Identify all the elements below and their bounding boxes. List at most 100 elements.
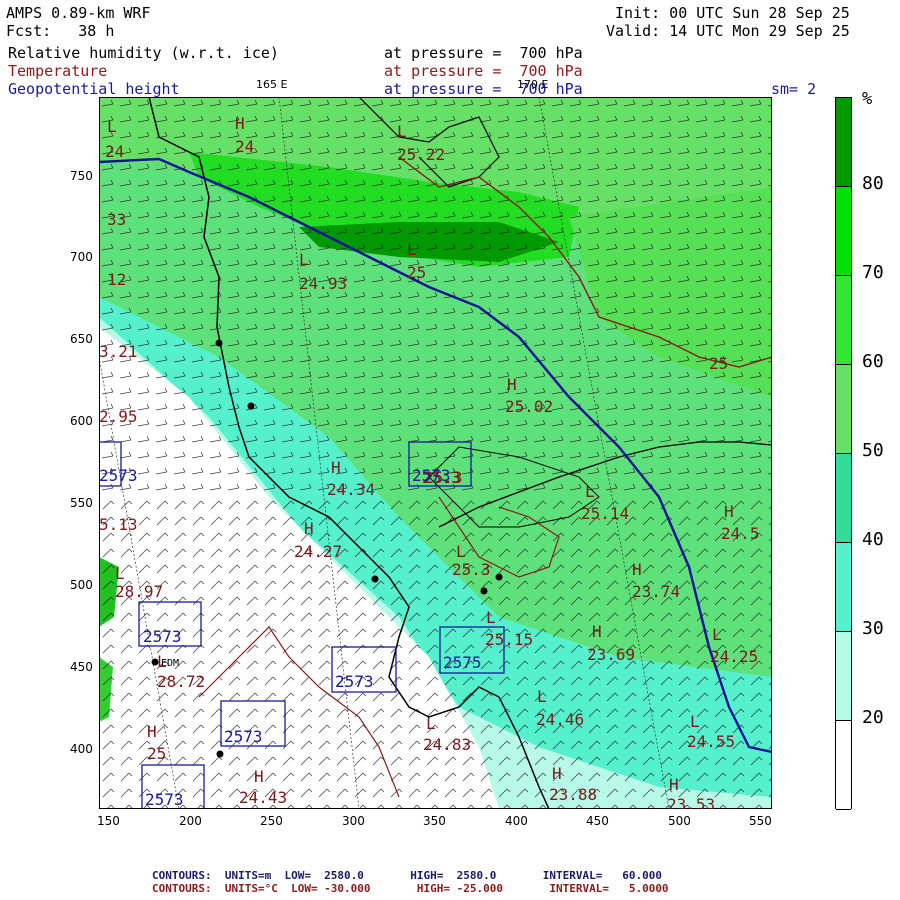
temperature-label: L — [537, 687, 547, 706]
temperature-label: 24.34 — [327, 480, 375, 499]
colorbar-segment — [836, 721, 851, 810]
temperature-label: 25.22 — [397, 145, 445, 164]
colorbar-segment — [836, 543, 851, 632]
temperature-label: 28.72 — [157, 672, 205, 691]
field-height-level: at pressure = 700 hPa — [384, 80, 583, 98]
temperature-label: 25 — [407, 263, 426, 282]
temperature-label: 24.25 — [710, 647, 758, 666]
colorbar-segment — [836, 365, 851, 454]
colorbar-segment — [836, 98, 851, 187]
height-label: 2573 — [335, 672, 374, 691]
temperature-label: L — [712, 625, 722, 644]
temperature-label: L — [690, 712, 700, 731]
colorbar — [835, 97, 852, 810]
temperature-label: 24.27 — [294, 542, 342, 561]
temperature-label: 25.02 — [505, 397, 553, 416]
valid-time: Valid: 14 UTC Mon 29 Sep 25 — [606, 22, 850, 40]
temperature-label: H — [669, 775, 679, 794]
temperature-label: L — [407, 240, 417, 259]
height-label: 2573 — [224, 727, 263, 746]
temperature-label: 24.46 — [536, 710, 584, 729]
temperature-label: 24.5 — [721, 524, 760, 543]
temperature-label: H — [592, 622, 602, 641]
temperature-label: 25.15 — [485, 630, 533, 649]
temperature-label: L — [299, 250, 309, 269]
colorbar-label: 80 — [862, 173, 884, 194]
footer-temp-contours: CONTOURS: UNITS=°C LOW= -30.000 HIGH= -2… — [152, 882, 669, 895]
field-rh-name: Relative humidity (w.r.t. ice) — [8, 44, 279, 62]
y-tick-label: 600 — [70, 414, 93, 428]
temperature-label: H — [331, 458, 341, 477]
temperature-label: 12 — [107, 270, 126, 289]
colorbar-label: 50 — [862, 440, 884, 461]
temperature-label: H — [507, 375, 517, 394]
height-label: 2575 — [443, 653, 482, 672]
x-tick-label: 350 — [423, 814, 446, 828]
colorbar-label: 40 — [862, 529, 884, 550]
temperature-label: 2.95 — [99, 407, 138, 426]
temperature-label: H — [552, 764, 562, 783]
smoothing-label: sm= 2 — [771, 80, 817, 98]
temperature-label: L — [486, 608, 496, 627]
temperature-label: 24.93 — [299, 274, 347, 293]
x-tick-label: 150 — [97, 814, 120, 828]
weather-map-figure: AMPS 0.89-km WRF Fcst: 38 h Init: 00 UTC… — [0, 0, 900, 900]
temperature-label: H — [724, 502, 734, 521]
temperature-label: 24.83 — [423, 735, 471, 754]
field-temp-name: Temperature — [8, 62, 108, 80]
temperature-label: 23.69 — [587, 645, 635, 664]
station-dot — [247, 402, 255, 410]
colorbar-segment — [836, 276, 851, 365]
temperature-label: 25 — [709, 354, 728, 373]
station-dot — [495, 573, 503, 581]
temperature-label: 28.97 — [115, 582, 163, 601]
wind-barbs-south — [99, 497, 772, 809]
temperature-label: 5.13 — [99, 515, 138, 534]
temperature-label: 24.55 — [687, 732, 735, 751]
height-label: 2573 — [99, 466, 138, 485]
y-tick-label: 550 — [70, 496, 93, 510]
temperature-label: 23.74 — [632, 582, 680, 601]
meridian-label-170e: 170 E — [517, 78, 549, 91]
temperature-label: 3.21 — [99, 342, 138, 361]
init-time: Init: 00 UTC Sun 28 Sep 25 — [615, 4, 850, 22]
temperature-label: H — [632, 560, 642, 579]
temperature-label: 33 — [107, 210, 126, 229]
temperature-label: L — [397, 122, 407, 141]
colorbar-unit: % — [862, 89, 873, 109]
y-tick-label: 750 — [70, 169, 93, 183]
field-rh-level: at pressure = 700 hPa — [384, 44, 583, 62]
colorbar-label: 30 — [862, 618, 884, 639]
temperature-label: L — [157, 652, 167, 671]
temperature-label: L — [456, 542, 466, 561]
x-tick-label: 200 — [179, 814, 202, 828]
y-tick-label: 400 — [70, 742, 93, 756]
field-height-name: Geopotential height — [8, 80, 180, 98]
field-temp-level: at pressure = 700 hPa — [384, 62, 583, 80]
y-tick-label: 700 — [70, 250, 93, 264]
temperature-label: 25.14 — [581, 504, 629, 523]
temperature-label: 24 — [235, 137, 254, 156]
temperature-label: 23.53 — [667, 795, 715, 809]
station-dot — [215, 339, 223, 347]
x-tick-label: 450 — [586, 814, 609, 828]
colorbar-segment — [836, 187, 851, 276]
temperature-label: 24 — [105, 142, 124, 161]
temperature-label: L — [115, 564, 125, 583]
temperature-label: H — [235, 114, 245, 133]
station-dot — [480, 587, 488, 595]
x-tick-label: 250 — [260, 814, 283, 828]
height-label: 2573 — [143, 627, 182, 646]
map-panel: EDM L24H24L25.2233L24.93L25123.2125H25.0… — [99, 97, 772, 809]
station-dot — [371, 575, 379, 583]
y-tick-label: 450 — [70, 660, 93, 674]
x-tick-label: 400 — [505, 814, 528, 828]
station-dot — [216, 750, 224, 758]
temperature-label: H — [147, 722, 157, 741]
temperature-label: 25 — [147, 744, 166, 763]
height-label: 2573 — [412, 466, 451, 485]
temperature-label: 24.43 — [239, 788, 287, 807]
temperature-label: L — [585, 482, 595, 501]
meridian-label-165e: 165 E — [256, 78, 288, 91]
temperature-label: 25.3 — [452, 560, 491, 579]
